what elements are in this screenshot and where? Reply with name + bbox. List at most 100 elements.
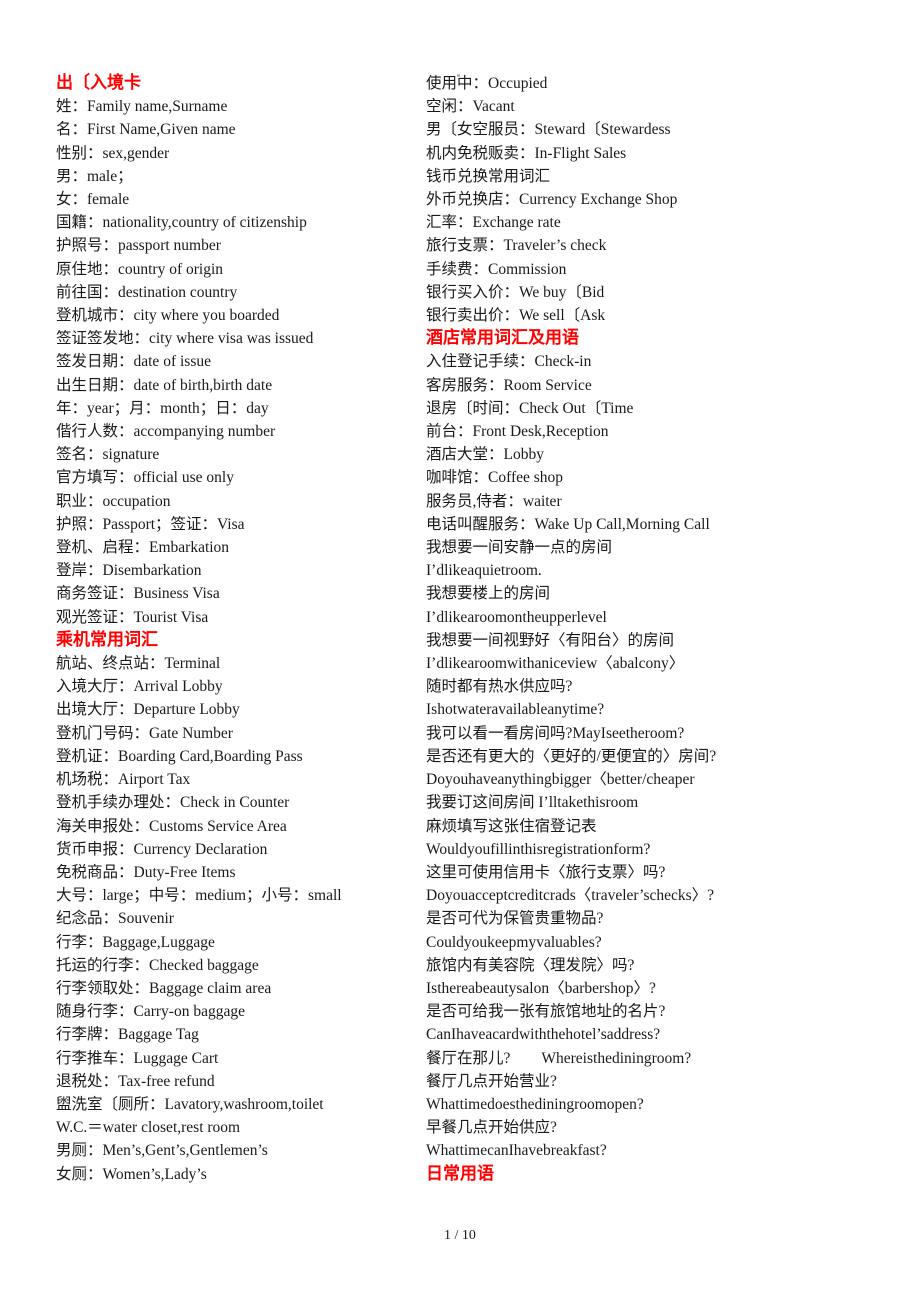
glossary-line: 名：First Name,Given name — [56, 121, 236, 139]
glossary-line: 是否可代为保管贵重物品? — [426, 910, 604, 928]
glossary-line: 客房服务：Room Service — [426, 376, 592, 394]
glossary-line: 我想要一间视野好〈有阳台〉的房间 — [426, 631, 675, 649]
glossary-line: 酒店大堂：Lobby — [426, 446, 544, 464]
glossary-line: 行李牌：Baggage Tag — [56, 1026, 199, 1044]
glossary-line: 旅馆内有美容院〈理发院〉吗? — [426, 956, 635, 974]
glossary-line: 登机门号码：Gate Number — [56, 724, 233, 742]
glossary-line: 偕行人数：accompanying number — [56, 423, 276, 441]
glossary-line: 男：male； — [56, 167, 133, 185]
glossary-line: 盥洗室〔厕所：Lavatory,washroom,toilet — [56, 1095, 324, 1113]
glossary-line: 汇率：Exchange rate — [426, 214, 561, 232]
glossary-line: 姓：Family name,Surname — [56, 98, 228, 116]
right-column: 使用中：Occupied 空闲：Vacant 男〔女空服员：Steward〔Stew… — [410, 72, 920, 1186]
glossary-line: 观光签证：Tourist Visa — [56, 608, 209, 626]
glossary-line: 电话叫醒服务：Wake Up Call,Morning Call — [426, 515, 710, 533]
glossary-line: 机内免税贩卖：In-Flight Sales — [426, 144, 627, 162]
glossary-line: 行李推车：Luggage Cart — [56, 1049, 219, 1067]
glossary-line: Couldyoukeepmyvaluables? — [426, 933, 602, 951]
glossary-line: 女：female — [56, 191, 130, 209]
glossary-line: 这里可使用信用卡〈旅行支票〉吗? — [426, 863, 666, 881]
glossary-line: 随身行李：Carry-on baggage — [56, 1003, 245, 1021]
glossary-line: 前台：Front Desk,Reception — [426, 423, 609, 441]
glossary-line: 登机证：Boarding Card,Boarding Pass — [56, 747, 303, 765]
glossary-line: 银行买入价：We buy〔Bid — [426, 283, 605, 301]
glossary-line: I’dlikearoomontheupperlevel — [426, 608, 607, 626]
glossary-line: 男〔女空服员：Steward〔Stewardess — [426, 121, 671, 139]
glossary-line: Whattimedoesthediningroomopen? — [426, 1095, 644, 1113]
section-heading: 酒店常用词汇及用语 — [426, 328, 579, 349]
glossary-line: 纪念品：Souvenir — [56, 910, 174, 928]
glossary-line: I’dlikearoomwithaniceview〈abalcony〉 — [426, 655, 685, 673]
glossary-line: 旅行支票：Traveler’s check — [426, 237, 607, 255]
left-column: 出〔入境卡姓：Family name,Surname 名：First Name,G… — [0, 72, 410, 1186]
glossary-line: Ishotwateravailableanytime? — [426, 701, 605, 719]
glossary-line: 出境大厅：Departure Lobby — [56, 701, 240, 719]
glossary-line: 行李领取处：Baggage claim area — [56, 979, 272, 997]
glossary-line: 签发日期：date of issue — [56, 353, 211, 371]
glossary-line: 女厕：Women’s,Lady’s — [56, 1165, 207, 1183]
glossary-line: Isthereabeautysalon〈barbershop〉? — [426, 979, 656, 997]
glossary-line: 国籍：nationality,country of citizenship — [56, 214, 307, 232]
glossary-line: 前往国：destination country — [56, 283, 238, 301]
glossary-line: 退税处：Tax-free refund — [56, 1072, 215, 1090]
glossary-line: 使用中：Occupied — [426, 75, 548, 92]
glossary-line: 麻烦填写这张住宿登记表 — [426, 817, 597, 835]
document-page: 出〔入境卡姓：Family name,Surname 名：First Name,G… — [0, 0, 920, 1302]
glossary-line: 机场税：Airport Tax — [56, 771, 191, 789]
page-number-footer: 1 / 10 — [444, 1228, 476, 1243]
glossary-line: 签名：signature — [56, 446, 160, 464]
glossary-line: 服务员,侍者：waiter — [426, 492, 562, 510]
glossary-line: 空闲：Vacant — [426, 98, 515, 116]
glossary-line: 年：year；月：month；日：day — [56, 399, 269, 417]
glossary-line: 登机、启程：Embarkation — [56, 539, 230, 557]
glossary-line: 我想要楼上的房间 — [426, 585, 551, 603]
glossary-line: 货币申报：Currency Declaration — [56, 840, 268, 858]
glossary-line: Wouldyoufillinthisregistrationform? — [426, 840, 651, 858]
glossary-line: 托运的行李：Checked baggage — [56, 956, 259, 974]
glossary-line: 咖啡馆：Coffee shop — [426, 469, 564, 487]
glossary-line: 登岸：Disembarkation — [56, 562, 202, 580]
glossary-line: 商务签证：Business Visa — [56, 585, 220, 603]
glossary-line: 护照：Passport；签证：Visa — [56, 515, 245, 533]
glossary-line: 是否可给我一张有旅馆地址的名片? — [426, 1003, 666, 1021]
glossary-line: 签证签发地：city where visa was issued — [56, 330, 314, 348]
section-heading: 出〔入境卡 — [56, 73, 141, 93]
glossary-line: 航站、终点站：Terminal — [56, 655, 221, 673]
glossary-line: 我要订这间房间 I’lltakethisroom — [426, 794, 639, 812]
glossary-line: 餐厅在那儿? Whereisthediningroom? — [426, 1049, 692, 1067]
glossary-line: 外币兑换店：Currency Exchange Shop — [426, 191, 678, 209]
glossary-line: 手续费：Commission — [426, 260, 567, 278]
glossary-line: 入住登记手续：Check-in — [426, 353, 592, 371]
glossary-line: 护照号：passport number — [56, 237, 221, 255]
glossary-line: 我可以看一看房间吗?MayIseetheroom? — [426, 724, 685, 742]
glossary-line: 行李：Baggage,Luggage — [56, 933, 215, 951]
glossary-line: 官方填写：official use only — [56, 469, 234, 487]
glossary-line: 职业：occupation — [56, 492, 171, 510]
two-column-layout: 出〔入境卡姓：Family name,Surname 名：First Name,G… — [0, 72, 920, 1186]
glossary-line: 餐厅几点开始营业? — [426, 1072, 557, 1090]
glossary-line: 登机手续办理处：Check in Counter — [56, 794, 290, 812]
glossary-line: 原住地：country of origin — [56, 260, 224, 278]
glossary-line: 随时都有热水供应吗? — [426, 678, 573, 696]
glossary-line: 大号：large；中号：medium；小号：small — [56, 887, 342, 905]
glossary-line: 登机城市：city where you boarded — [56, 307, 280, 325]
glossary-line: 入境大厅：Arrival Lobby — [56, 678, 223, 696]
glossary-line: WhattimecanIhavebreakfast? — [426, 1142, 607, 1160]
glossary-line: 早餐几点开始供应? — [426, 1119, 557, 1137]
glossary-line: 海关申报处：Customs Service Area — [56, 817, 287, 835]
glossary-line: Doyouacceptcreditcrads〈traveler’schecks〉… — [426, 887, 715, 905]
glossary-line: 免税商品：Duty-Free Items — [56, 863, 236, 881]
glossary-line: CanIhaveacardwiththehotel’saddress? — [426, 1026, 661, 1044]
glossary-line: W.C.＝water closet,rest room — [56, 1119, 241, 1137]
glossary-line: 是否还有更大的〈更好的/更便宜的〉房间? — [426, 747, 717, 765]
glossary-line: 性别：sex,gender — [56, 144, 170, 162]
glossary-line: 我想要一间安静一点的房间 — [426, 539, 613, 557]
glossary-line: 退房〔时间：Check Out〔Time — [426, 399, 634, 417]
section-heading: 乘机常用词汇 — [56, 629, 158, 650]
glossary-line: 钱币兑换常用词汇 — [426, 167, 551, 185]
glossary-line: 银行卖出价：We sell〔Ask — [426, 307, 606, 325]
glossary-line: 男厕：Men’s,Gent’s,Gentlemen’s — [56, 1142, 268, 1160]
section-heading: 日常用语 — [426, 1163, 494, 1184]
glossary-line: I’dlikeaquietroom. — [426, 562, 542, 580]
glossary-line: Doyouhaveanythingbigger〈better/cheaper — [426, 771, 695, 789]
